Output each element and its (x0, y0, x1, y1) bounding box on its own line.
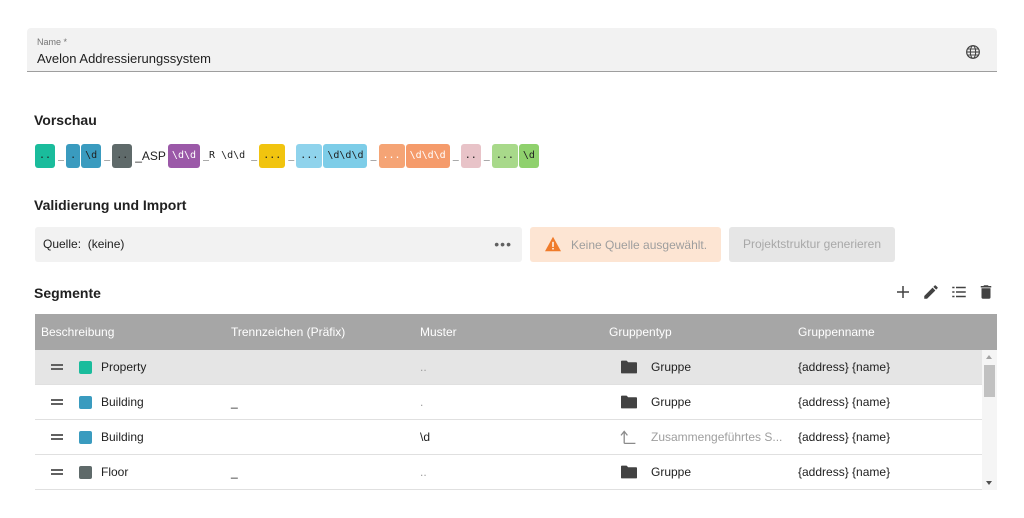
warning-banner: Keine Quelle ausgewählt. (530, 227, 721, 262)
name-field-value[interactable]: Avelon Addressierungssystem (37, 51, 211, 66)
group-type-cell: Gruppe (609, 394, 798, 410)
pattern-cell: . (420, 395, 424, 409)
group-type-text: Gruppe (651, 395, 692, 409)
group-type-text: Gruppe (651, 360, 692, 374)
preview-chip: \d\d (167, 143, 201, 168)
color-swatch (79, 395, 92, 409)
preview-tokens: .. _. \d _.. _ASP \d\d _R \d\d _... _... \d\d\d _… (35, 143, 540, 168)
segments-table: Beschreibung Trennzeichen (Präfix) Muste… (35, 314, 997, 490)
column-header[interactable]: Beschreibung (35, 325, 231, 339)
pattern-cell: .. (420, 360, 427, 374)
table-header: Beschreibung Trennzeichen (Präfix) Muste… (35, 314, 997, 350)
column-header[interactable]: Gruppenname (798, 325, 978, 339)
edit-icon[interactable] (922, 283, 940, 301)
description-cell: Building (35, 430, 231, 444)
separator-cell: _ (231, 395, 238, 409)
description-cell: Floor (35, 465, 231, 479)
name-field-label: Name * (37, 37, 68, 47)
pattern-cell: \d (420, 430, 431, 444)
preview-chip: ... (296, 143, 323, 168)
warning-icon (545, 236, 561, 252)
preview-chip: ... (491, 143, 518, 168)
preview-chip: ... (378, 143, 405, 168)
separator-cell: _ (231, 465, 238, 479)
drag-handle-icon[interactable] (51, 432, 69, 442)
add-icon[interactable] (894, 283, 912, 301)
group-type-cell: Zusammengeführtes S... (609, 429, 798, 445)
table-row[interactable]: Building \d Zusammengeführtes S... {address… (35, 420, 997, 455)
list-icon[interactable] (950, 283, 968, 301)
preview-separator: _ (370, 149, 377, 161)
drag-handle-icon[interactable] (51, 362, 69, 372)
group-name-cell: {address} {name} (798, 395, 891, 409)
scroll-thumb[interactable] (984, 365, 995, 397)
preview-chip: \d\d\d (405, 143, 450, 168)
description-cell: Property (35, 360, 231, 374)
preview-separator: _ (452, 149, 459, 161)
description-text: Building (101, 395, 144, 409)
color-swatch (79, 465, 92, 479)
preview-title: Vorschau (34, 112, 97, 128)
table-row[interactable]: Property.. Gruppe {address} {name} (35, 350, 997, 385)
table-row[interactable]: Floor _.. Gruppe {address} {name} (35, 455, 997, 490)
group-type-cell: Gruppe (609, 464, 798, 480)
group-type-cell: Gruppe (609, 359, 798, 375)
preview-separator: _ (104, 149, 111, 161)
source-field[interactable]: Quelle: (keine) ••• (35, 227, 522, 262)
group-type-text: Zusammengeführtes S... (651, 430, 783, 444)
delete-icon[interactable] (977, 283, 995, 301)
name-field[interactable]: Name * Avelon Addressierungssystem (27, 28, 997, 72)
preview-separator: _ (58, 149, 65, 161)
column-header[interactable]: Gruppentyp (609, 325, 798, 339)
warning-text: Keine Quelle ausgewählt. (571, 238, 708, 252)
scrollbar[interactable] (982, 350, 997, 490)
group-name-cell: {address} {name} (798, 360, 891, 374)
folder-icon (619, 464, 639, 480)
preview-chip: \d\d\d (323, 143, 368, 168)
description-cell: Building (35, 395, 231, 409)
preview-separator: _ (483, 149, 490, 161)
table-row[interactable]: Building _. Gruppe {address} {name} (35, 385, 997, 420)
source-label: Quelle: (keine) (43, 237, 125, 251)
validation-title: Validierung und Import (34, 197, 187, 213)
drag-handle-icon[interactable] (51, 467, 69, 477)
description-text: Property (101, 360, 147, 374)
more-horizontal-icon[interactable]: ••• (494, 236, 512, 252)
column-header[interactable]: Muster (420, 325, 609, 339)
source-value: (keine) (87, 237, 125, 251)
group-name-cell: {address} {name} (798, 430, 891, 444)
preview-chip: . (66, 143, 81, 168)
preview-separator: _R \d\d _ (203, 149, 258, 161)
preview-separator: _ (288, 149, 295, 161)
preview-chip: ... (259, 143, 286, 168)
color-swatch (79, 360, 92, 374)
preview-chip: \d (518, 143, 539, 168)
group-name-cell: {address} {name} (798, 465, 891, 479)
generate-structure-button[interactable]: Projektstruktur generieren (729, 227, 895, 262)
preview-chip: \d (81, 143, 102, 168)
folder-icon (619, 394, 639, 410)
drag-handle-icon[interactable] (51, 397, 69, 407)
scroll-down-arrow-icon[interactable] (986, 481, 992, 485)
description-text: Building (101, 430, 144, 444)
folder-icon (619, 359, 639, 375)
preview-separator: _ASP (135, 148, 166, 163)
color-swatch (79, 430, 92, 444)
description-text: Floor (101, 465, 129, 479)
preview-chip: .. (35, 143, 56, 168)
merge-arrow-icon (619, 429, 639, 445)
globe-icon[interactable] (965, 44, 981, 60)
preview-chip: .. (460, 143, 481, 168)
column-header[interactable]: Trennzeichen (Präfix) (231, 325, 420, 339)
scroll-up-arrow-icon[interactable] (986, 355, 992, 359)
pattern-cell: .. (420, 465, 427, 479)
preview-chip: .. (112, 143, 133, 168)
segments-title: Segmente (34, 285, 101, 301)
group-type-text: Gruppe (651, 465, 692, 479)
